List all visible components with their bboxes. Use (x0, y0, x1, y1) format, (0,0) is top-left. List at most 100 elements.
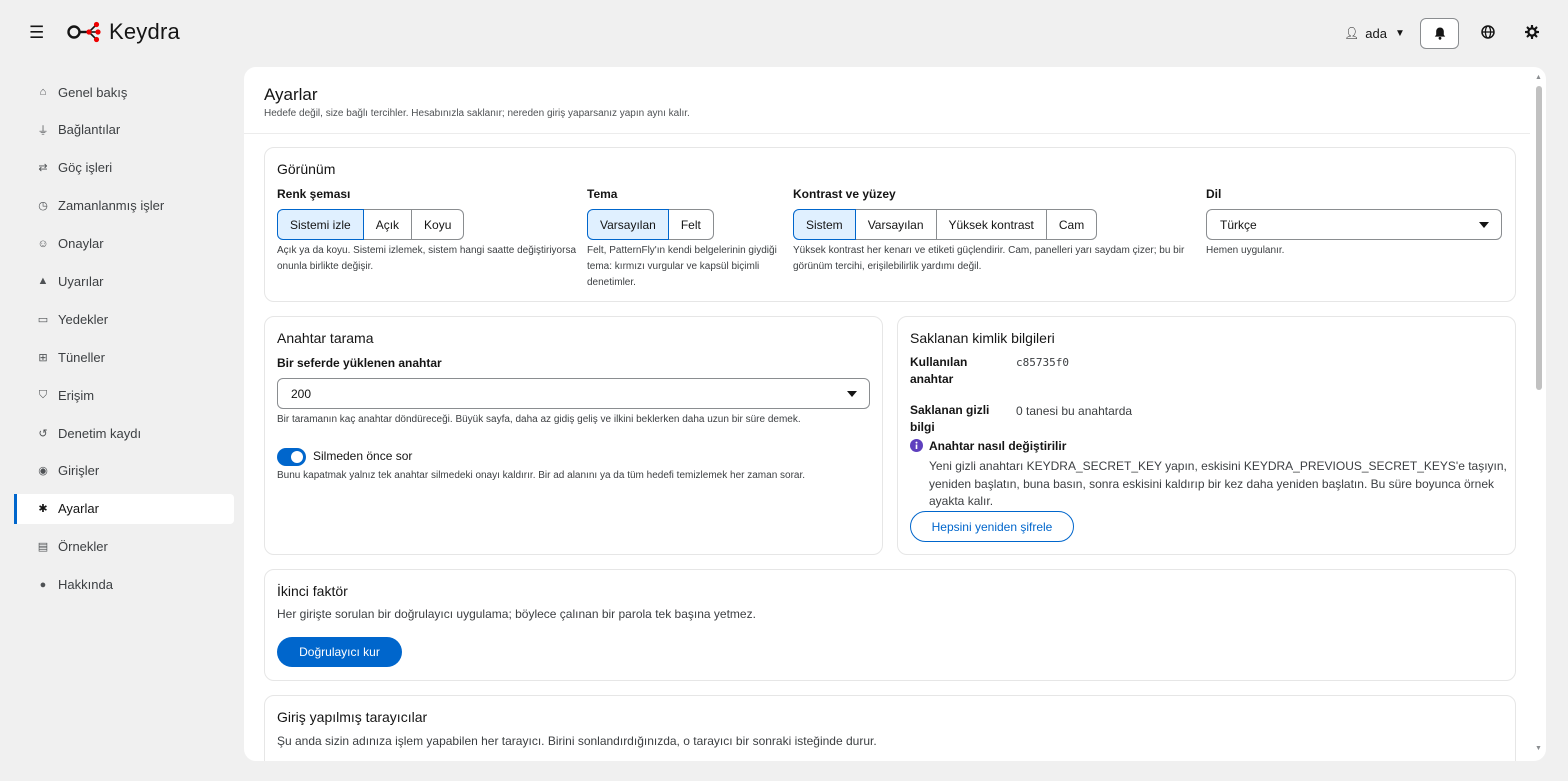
hamburger-menu-icon[interactable]: ☰ (29, 24, 44, 41)
batch-size-value: 200 (291, 386, 312, 401)
sidebar-item-uyarilar[interactable]: ▲ Uyarılar (14, 266, 234, 296)
settings-gear-icon[interactable] (1525, 25, 1539, 39)
sidebar-item-hakkinda[interactable]: ● Hakkında (14, 570, 234, 600)
sidebar-item-girisler[interactable]: ◉ Girişler (14, 456, 234, 486)
two-factor-card: İkinci faktör Her girişte sorulan bir do… (264, 569, 1516, 681)
color-scheme-system-option[interactable]: Sistemi izle (277, 209, 364, 240)
sidebar-item-tuneller[interactable]: ⊞ Tüneller (14, 342, 234, 372)
contrast-label: Kontrast ve yüzey (793, 187, 896, 201)
globe-icon[interactable] (1481, 25, 1495, 39)
newspaper-icon: ▤ (37, 541, 49, 554)
color-scheme-label: Renk şeması (277, 187, 351, 201)
theme-toggle-group: Varsayılan Felt (587, 209, 714, 240)
theme-label: Tema (587, 187, 618, 201)
two-factor-title: İkinci faktör (277, 583, 348, 599)
theme-help: Felt, PatternFly'ın kendi belgelerinin g… (587, 245, 777, 288)
color-scheme-help: Açık ya da koyu. Sistemi izlemek, sistem… (277, 245, 577, 272)
info-icon: ● (39, 578, 47, 591)
batch-size-select[interactable]: 200 (277, 378, 870, 409)
appearance-card: Görünüm Renk şeması Sistemi izle Açık Ko… (264, 147, 1516, 302)
fingerprint-icon: ◉ (38, 465, 48, 478)
browsers-title: Giriş yapılmış tarayıcılar (277, 709, 428, 725)
user-check-icon: ☺ (37, 237, 49, 250)
history-icon: ↺ (38, 427, 48, 440)
used-key-value: c85735f0 (1016, 356, 1069, 369)
confirm-delete-switch[interactable] (277, 448, 306, 466)
bell-icon: ▲ (37, 275, 49, 288)
setup-authenticator-button[interactable]: Doğrulayıcı kur (277, 637, 402, 667)
theme-default-option[interactable]: Varsayılan (587, 209, 669, 240)
credentials-card: Saklanan kimlik bilgileri Kullanılan ana… (897, 316, 1516, 555)
page-subtitle: Hedefe değil, size bağlı tercihler. Hesa… (264, 108, 690, 119)
confirm-delete-help: Bunu kapatmak yalnız tek anahtar silmede… (277, 470, 806, 481)
keydra-logo-icon (67, 21, 101, 43)
howto-title: Anahtar nasıl değiştirilir (929, 439, 1067, 453)
network-icon: ⊞ (38, 351, 48, 364)
color-scheme-toggle-group: Sistemi izle Açık Koyu (277, 209, 465, 240)
info-circle-icon (910, 439, 923, 452)
key-scan-card: Anahtar tarama Bir seferde yüklenen anah… (264, 316, 883, 555)
shield-icon: ⛉ (38, 388, 48, 401)
color-scheme-dark-option[interactable]: Koyu (412, 209, 465, 240)
gear-icon: ✱ (38, 503, 48, 516)
contrast-default-option[interactable]: Varsayılan (855, 209, 937, 240)
scroll-down-arrow[interactable]: ▼ (1535, 745, 1542, 752)
contrast-glass-option[interactable]: Cam (1046, 209, 1098, 240)
language-select[interactable]: Türkçe (1206, 209, 1502, 240)
caret-down-icon (847, 391, 857, 397)
sidebar-item-yedekler[interactable]: ▭ Yedekler (14, 304, 234, 334)
app-name: Keydra (109, 19, 180, 44)
browsers-card: Giriş yapılmış tarayıcılar Şu anda sizin… (264, 695, 1516, 761)
header-divider (244, 133, 1530, 134)
swap-icon: ⇄ (38, 162, 48, 175)
key-scan-title: Anahtar tarama (277, 330, 374, 346)
user-name: ada (1365, 25, 1387, 41)
page-title: Ayarlar (264, 85, 318, 104)
used-key-label: Kullanılan anahtar (910, 355, 968, 386)
caret-down-icon (1479, 222, 1489, 228)
contrast-high-option[interactable]: Yüksek kontrast (936, 209, 1047, 240)
sidebar-item-zamanlanmis-isler[interactable]: ◷ Zamanlanmış işler (14, 191, 234, 221)
sidebar-item-goc-isleri[interactable]: ⇄ Göç işleri (14, 153, 234, 183)
contrast-system-option[interactable]: Sistem (793, 209, 856, 240)
batch-size-help: Bir taramanın kaç anahtar döndüreceği. B… (277, 414, 801, 425)
credentials-title: Saklanan kimlik bilgileri (910, 330, 1055, 346)
color-scheme-light-option[interactable]: Açık (363, 209, 413, 240)
caret-down-icon: ▼ (1394, 27, 1405, 39)
batch-size-label: Bir seferde yüklenen anahtar (277, 356, 442, 370)
howto-text: Yeni gizli anahtarı KEYDRA_SECRET_KEY ya… (929, 459, 1507, 508)
sidebar-item-ornekler[interactable]: ▤ Örnekler (14, 532, 234, 562)
contrast-toggle-group: Sistem Varsayılan Yüksek kontrast Cam (793, 209, 1098, 240)
two-factor-description: Her girişte sorulan bir doğrulayıcı uygu… (277, 607, 756, 621)
browsers-description: Şu anda sizin adınıza işlem yapabilen he… (277, 734, 877, 748)
home-icon: ⌂ (39, 86, 47, 98)
sidebar-item-baglantilar[interactable]: ⏚ Bağlantılar (14, 115, 234, 145)
stored-secret-value: 0 tanesi bu anahtarda (1016, 404, 1133, 418)
user-menu-toggle[interactable]: 👤︎ ada ▼ (1344, 0, 1405, 66)
user-icon: 👤︎ (1344, 26, 1360, 40)
notifications-button[interactable] (1420, 18, 1459, 49)
scroll-up-arrow[interactable]: ▲ (1535, 74, 1542, 81)
confirm-delete-label: Silmeden önce sor (313, 449, 413, 463)
sidebar-item-genel-bakis[interactable]: ⌂ Genel bakış (14, 77, 234, 107)
sidebar-item-erisim[interactable]: ⛉ Erişim (14, 380, 234, 410)
scrollbar-thumb[interactable] (1536, 86, 1542, 390)
language-help: Hemen uygulanır. (1206, 245, 1285, 256)
main-content: Ayarlar Hedefe değil, size bağlı tercihl… (244, 67, 1546, 761)
stored-secret-label: Saklanan gizli bilgi (910, 403, 990, 434)
contrast-help: Yüksek kontrast her kenarı ve etiketi gü… (793, 245, 1185, 272)
plug-icon: ⏚ (37, 124, 49, 137)
theme-felt-option[interactable]: Felt (668, 209, 714, 240)
brand-logo[interactable]: Keydra (67, 19, 180, 45)
language-label: Dil (1206, 187, 1222, 201)
language-value: Türkçe (1220, 217, 1257, 232)
reencrypt-all-button[interactable]: Hepsini yeniden şifrele (910, 511, 1074, 542)
sidebar-item-ayarlar[interactable]: ✱ Ayarlar (14, 493, 234, 524)
bell-icon (1434, 27, 1445, 40)
sidebar-item-denetim-kaydi[interactable]: ↺ Denetim kaydı (14, 418, 234, 448)
hdd-icon: ▭ (37, 313, 49, 326)
masthead: ☰ Keydra 👤︎ ada ▼ (0, 0, 1568, 66)
sidebar-item-onaylar[interactable]: ☺ Onaylar (14, 229, 234, 259)
sidebar-nav: ⌂ Genel bakış ⏚ Bağlantılar ⇄ Göç işleri ◷ Z… (14, 77, 234, 607)
appearance-title: Görünüm (277, 161, 336, 177)
